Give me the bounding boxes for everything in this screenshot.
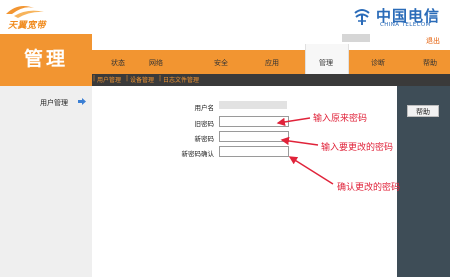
tab-security[interactable]: 安全: [203, 50, 239, 74]
old-password-label: 旧密码: [194, 120, 215, 128]
tab-diagnostics[interactable]: 诊断: [360, 50, 396, 74]
china-telecom-logo-icon: [354, 9, 370, 25]
sidebar-item-user-management[interactable]: 用户管理: [40, 98, 68, 108]
china-telecom-name-en: CHINA TELECOM: [380, 22, 431, 28]
page-title: 管理: [23, 48, 68, 70]
subnav-log-management[interactable]: 日志文件管理: [163, 75, 199, 84]
arrow-right-icon: [78, 98, 86, 105]
new-password-field[interactable]: [219, 131, 289, 142]
sidebar: [0, 86, 93, 277]
new-password-label: 新密码: [194, 135, 215, 143]
subnav-separator: |: [93, 75, 96, 82]
annotation-old-password: 输入原来密码: [313, 114, 368, 124]
blurred-account: [342, 34, 370, 42]
username-value: [219, 101, 287, 109]
subnav-separator: |: [126, 75, 129, 82]
tab-management[interactable]: 管理: [308, 50, 344, 74]
help-button[interactable]: 帮助: [407, 105, 439, 117]
username-label: 用户名: [194, 104, 215, 112]
tab-help[interactable]: 帮助: [412, 50, 448, 74]
annotation-confirm-password: 确认更改的密码: [337, 183, 401, 193]
tab-applications[interactable]: 应用: [254, 50, 290, 74]
tianyi-logo-text: 天翼宽带: [8, 21, 47, 31]
nav-top-strip: [92, 34, 450, 50]
subnav-user-management[interactable]: 用户管理: [97, 75, 121, 84]
tab-network[interactable]: 网络: [138, 50, 174, 74]
annotation-new-password: 输入要更改的密码: [321, 143, 394, 153]
tab-status[interactable]: 状态: [100, 50, 136, 74]
confirm-password-field[interactable]: [219, 146, 289, 157]
confirm-password-label: 新密码确认: [181, 150, 215, 158]
subnav-separator: |: [159, 75, 162, 82]
logout-link[interactable]: 退出: [426, 36, 440, 46]
old-password-field[interactable]: [219, 116, 289, 127]
subnav-device-management[interactable]: 设备管理: [130, 75, 154, 84]
